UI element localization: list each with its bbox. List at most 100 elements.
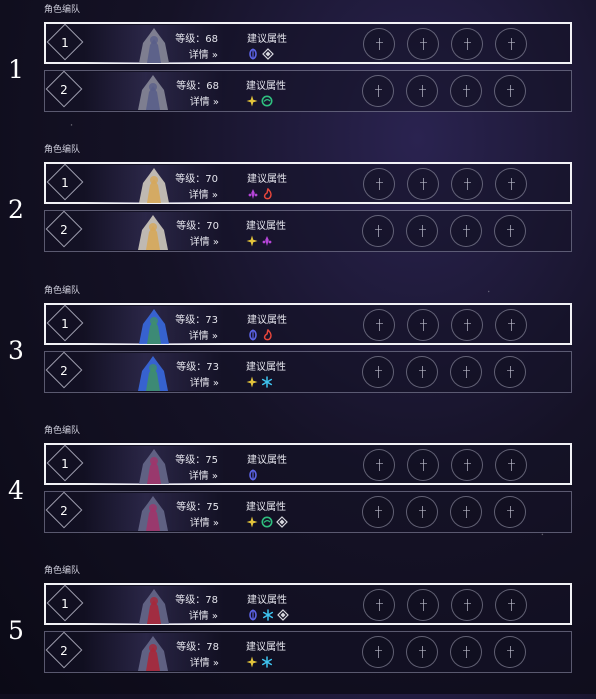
slot-number: 1 [61,176,69,190]
member-slots [362,75,526,107]
empty-member-slot[interactable] [495,449,527,481]
empty-member-slot[interactable] [450,636,482,668]
enemy-level: 等级：75 [176,502,219,513]
empty-member-slot[interactable] [407,28,439,60]
ice-element-icon [261,653,273,668]
enemy-level: 等级：70 [175,174,218,185]
wind-element-icon [261,92,273,107]
empty-member-slot[interactable] [363,28,395,60]
empty-member-slot[interactable] [362,356,394,388]
empty-member-slot[interactable] [495,309,527,341]
quantum-element-icon [247,45,259,60]
recommended-elements [247,185,274,200]
empty-member-slot[interactable] [494,215,526,247]
team-number: 5 [8,616,24,645]
fire-element-icon [262,326,274,341]
empty-member-slot[interactable] [450,75,482,107]
empty-member-slot[interactable] [451,589,483,621]
slot-number: 2 [60,504,68,518]
team-number: 1 [8,55,24,84]
team-row[interactable]: 1 等级：78 详情 » 建议属性 [44,583,572,625]
details-link[interactable]: 详情 » [190,514,219,529]
details-link[interactable]: 详情 » [189,607,218,622]
team-row[interactable]: 2 等级：75 详情 » 建议属性 [44,491,572,533]
member-slots [362,496,526,528]
member-slots [363,309,527,341]
empty-member-slot[interactable] [363,309,395,341]
enemy-level: 等级：68 [176,81,219,92]
details-link[interactable]: 详情 » [189,327,218,342]
empty-member-slot[interactable] [450,496,482,528]
team-row[interactable]: 1 等级：70 详情 » 建议属性 [44,162,572,204]
recommended-elements [247,466,259,481]
double-chevron-right-icon: » [211,611,218,622]
empty-member-slot[interactable] [450,215,482,247]
details-link[interactable]: 详情 » [190,654,219,669]
empty-member-slot[interactable] [406,75,438,107]
empty-member-slot[interactable] [451,168,483,200]
empty-member-slot[interactable] [406,496,438,528]
physical-element-icon [246,513,258,528]
double-chevron-right-icon: » [212,378,219,389]
empty-member-slot[interactable] [362,496,394,528]
empty-member-slot[interactable] [406,215,438,247]
slot-number: 1 [61,597,69,611]
empty-member-slot[interactable] [451,309,483,341]
team-row[interactable]: 1 等级：68 详情 » 建议属性 [44,22,572,64]
empty-member-slot[interactable] [494,496,526,528]
empty-member-slot[interactable] [450,356,482,388]
recommended-elements [247,326,274,341]
recommended-elements-label: 建议属性 [246,221,286,232]
empty-member-slot[interactable] [363,449,395,481]
details-label: 详情 [188,331,209,342]
team-block: 角色编队 1 1 等级：68 详情 » 建议属性 2 等级：68 详情 » 建议… [0,0,596,138]
slot-number: 2 [60,223,68,237]
member-slots [363,589,527,621]
empty-member-slot[interactable] [363,589,395,621]
details-link[interactable]: 详情 » [189,467,218,482]
empty-member-slot[interactable] [495,589,527,621]
details-link[interactable]: 详情 » [189,186,218,201]
slot-number: 1 [61,457,69,471]
empty-member-slot[interactable] [362,636,394,668]
details-link[interactable]: 详情 » [189,46,218,61]
empty-member-slot[interactable] [495,168,527,200]
team-block: 角色编队 5 1 等级：78 详情 » 建议属性 2 等级：78 详情 » 建议… [0,561,596,699]
details-label: 详情 [188,190,209,201]
empty-member-slot[interactable] [451,28,483,60]
team-row[interactable]: 1 等级：73 详情 » 建议属性 [44,303,572,345]
details-label: 详情 [188,611,209,622]
empty-member-slot[interactable] [363,168,395,200]
physical-element-icon [246,373,258,388]
quantum-element-icon [247,326,259,341]
imaginary-element-icon [276,513,288,528]
empty-member-slot[interactable] [406,636,438,668]
team-row[interactable]: 2 等级：70 详情 » 建议属性 [44,210,572,252]
lightning-element-icon [247,185,259,199]
empty-member-slot[interactable] [451,449,483,481]
empty-member-slot[interactable] [494,75,526,107]
empty-member-slot[interactable] [494,356,526,388]
recommended-elements [246,653,273,668]
empty-member-slot[interactable] [407,309,439,341]
empty-member-slot[interactable] [362,215,394,247]
empty-member-slot[interactable] [495,28,527,60]
recommended-elements-label: 建议属性 [247,174,287,185]
team-row[interactable]: 2 等级：73 详情 » 建议属性 [44,351,572,393]
team-row[interactable]: 1 等级：75 详情 » 建议属性 [44,443,572,485]
details-link[interactable]: 详情 » [190,374,219,389]
empty-member-slot[interactable] [407,589,439,621]
recommended-elements [246,373,273,388]
empty-member-slot[interactable] [494,636,526,668]
empty-member-slot[interactable] [407,168,439,200]
empty-member-slot[interactable] [362,75,394,107]
physical-element-icon [246,232,258,247]
details-link[interactable]: 详情 » [190,233,219,248]
empty-member-slot[interactable] [407,449,439,481]
member-slots [362,215,526,247]
details-link[interactable]: 详情 » [190,93,219,108]
team-row[interactable]: 2 等级：78 详情 » 建议属性 [44,631,572,673]
team-block: 角色编队 3 1 等级：73 详情 » 建议属性 2 等级：73 详情 » 建议… [0,281,596,419]
empty-member-slot[interactable] [406,356,438,388]
team-row[interactable]: 2 等级：68 详情 » 建议属性 [44,70,572,112]
